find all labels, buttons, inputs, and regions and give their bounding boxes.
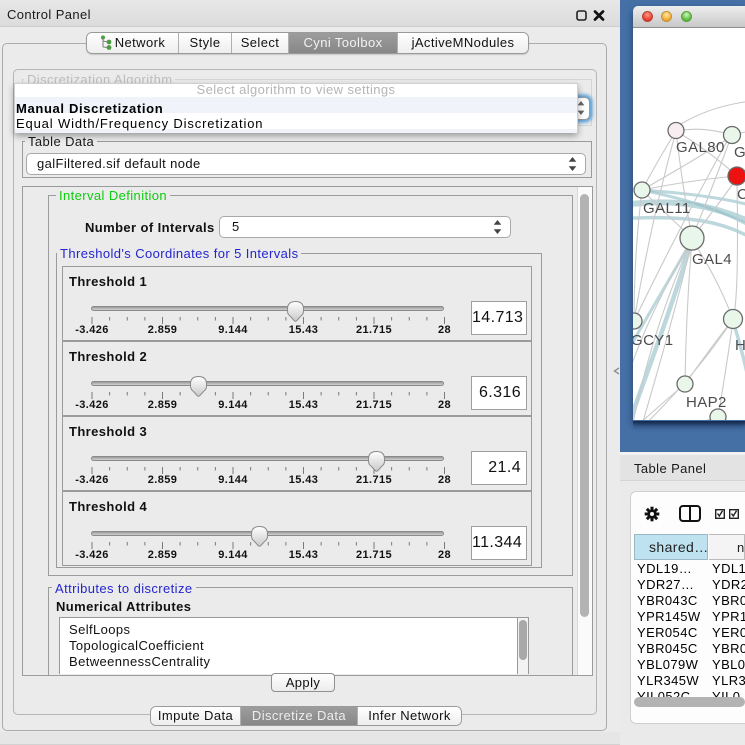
svg-text:GAL80: GAL80 (676, 139, 725, 156)
svg-text:GAL11: GAL11 (643, 200, 691, 217)
svg-text:C: C (737, 186, 745, 203)
svg-text:GCY1: GCY1 (633, 332, 673, 349)
svg-text:GA: GA (734, 144, 745, 161)
svg-text:GAL4: GAL4 (692, 251, 732, 268)
svg-text:HAP2: HAP2 (686, 394, 727, 411)
svg-text:H: H (735, 337, 745, 354)
